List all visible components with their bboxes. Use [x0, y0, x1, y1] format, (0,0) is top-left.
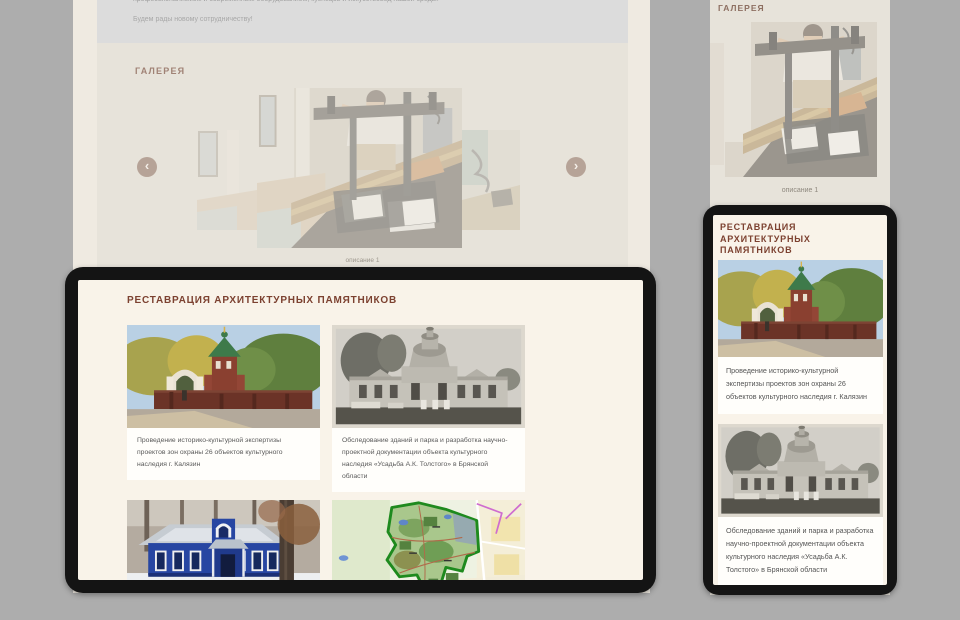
gallery-heading: ГАЛЕРЕЯ	[135, 66, 185, 76]
intro-text-section: профессионализмом и современным оборудов…	[97, 0, 628, 43]
phone-device-frame: РЕСТАВРАЦИЯ АРХИТЕКТУРНЫХ ПАМЯТНИКОВ	[703, 205, 897, 595]
restoration-card-tolstoy-estate[interactable]: Обследование зданий и парка и разработка…	[718, 424, 883, 585]
gallery-heading: ГАЛЕРЕЯ	[718, 3, 765, 13]
estate-bw-photo	[332, 325, 525, 428]
carousel-slide-next-partial[interactable]	[462, 130, 520, 230]
church-autumn-photo	[718, 260, 883, 357]
carousel-slide-current[interactable]	[725, 22, 877, 177]
restoration-card-kalyazin[interactable]: Проведение историко-культурной экспертиз…	[127, 325, 320, 480]
restoration-card-blue-house[interactable]	[127, 500, 320, 580]
carousel-caption: описание 1	[710, 187, 890, 194]
intro-line: Будем рады новому сотрудничеству!	[133, 16, 253, 23]
desk-cables-photo	[462, 130, 520, 230]
tablet-screen: РЕСТАВРАЦИЯ АРХИТЕКТУРНЫХ ПАМЯТНИКОВ	[78, 280, 643, 580]
restoration-section-heading: РЕСТАВРАЦИЯ АРХИТЕКТУРНЫХ ПАМЯТНИКОВ	[720, 222, 875, 257]
carousel-side-sliver	[710, 43, 724, 165]
restoration-cards-list: Проведение историко-культурной экспертиз…	[718, 260, 883, 585]
carousel-caption: описание 1	[97, 257, 628, 264]
church-autumn-photo	[127, 325, 320, 428]
intro-line-clipped: профессионализмом и современным оборудов…	[133, 0, 439, 3]
estate-bw-photo	[718, 424, 883, 517]
card-caption: Обследование зданий и парка и разработка…	[718, 517, 883, 585]
card-caption: Проведение историко-культурной экспертиз…	[718, 357, 883, 414]
carousel-slide-prev-partial[interactable]	[197, 130, 257, 230]
carousel-next-button[interactable]: ›	[566, 157, 586, 177]
tablet-device-frame: РЕСТАВРАЦИЯ АРХИТЕКТУРНЫХ ПАМЯТНИКОВ	[65, 267, 656, 593]
restoration-card-tolstoy-estate[interactable]: Обследование зданий и парка и разработка…	[332, 325, 525, 492]
restoration-card-kalyazin[interactable]: Проведение историко-культурной экспертиз…	[718, 260, 883, 414]
carousel-prev-button[interactable]: ‹	[137, 157, 157, 177]
card-caption: Проведение историко-культурной экспертиз…	[127, 428, 320, 480]
restoration-cards-grid: Проведение историко-культурной экспертиз…	[127, 325, 525, 580]
scanner-photo	[725, 22, 877, 177]
blue-house-winter-photo	[127, 500, 320, 580]
phone-screen: РЕСТАВРАЦИЯ АРХИТЕКТУРНЫХ ПАМЯТНИКОВ	[713, 215, 887, 585]
room-interior-photo	[197, 130, 257, 230]
restoration-card-zones-map[interactable]	[332, 500, 525, 580]
carousel-slide-current[interactable]	[257, 88, 462, 248]
protection-zones-map	[332, 500, 525, 580]
scanner-photo	[257, 88, 462, 248]
card-caption: Обследование зданий и парка и разработка…	[332, 428, 525, 492]
restoration-section-heading: РЕСТАВРАЦИЯ АРХИТЕКТУРНЫХ ПАМЯТНИКОВ	[127, 294, 397, 307]
